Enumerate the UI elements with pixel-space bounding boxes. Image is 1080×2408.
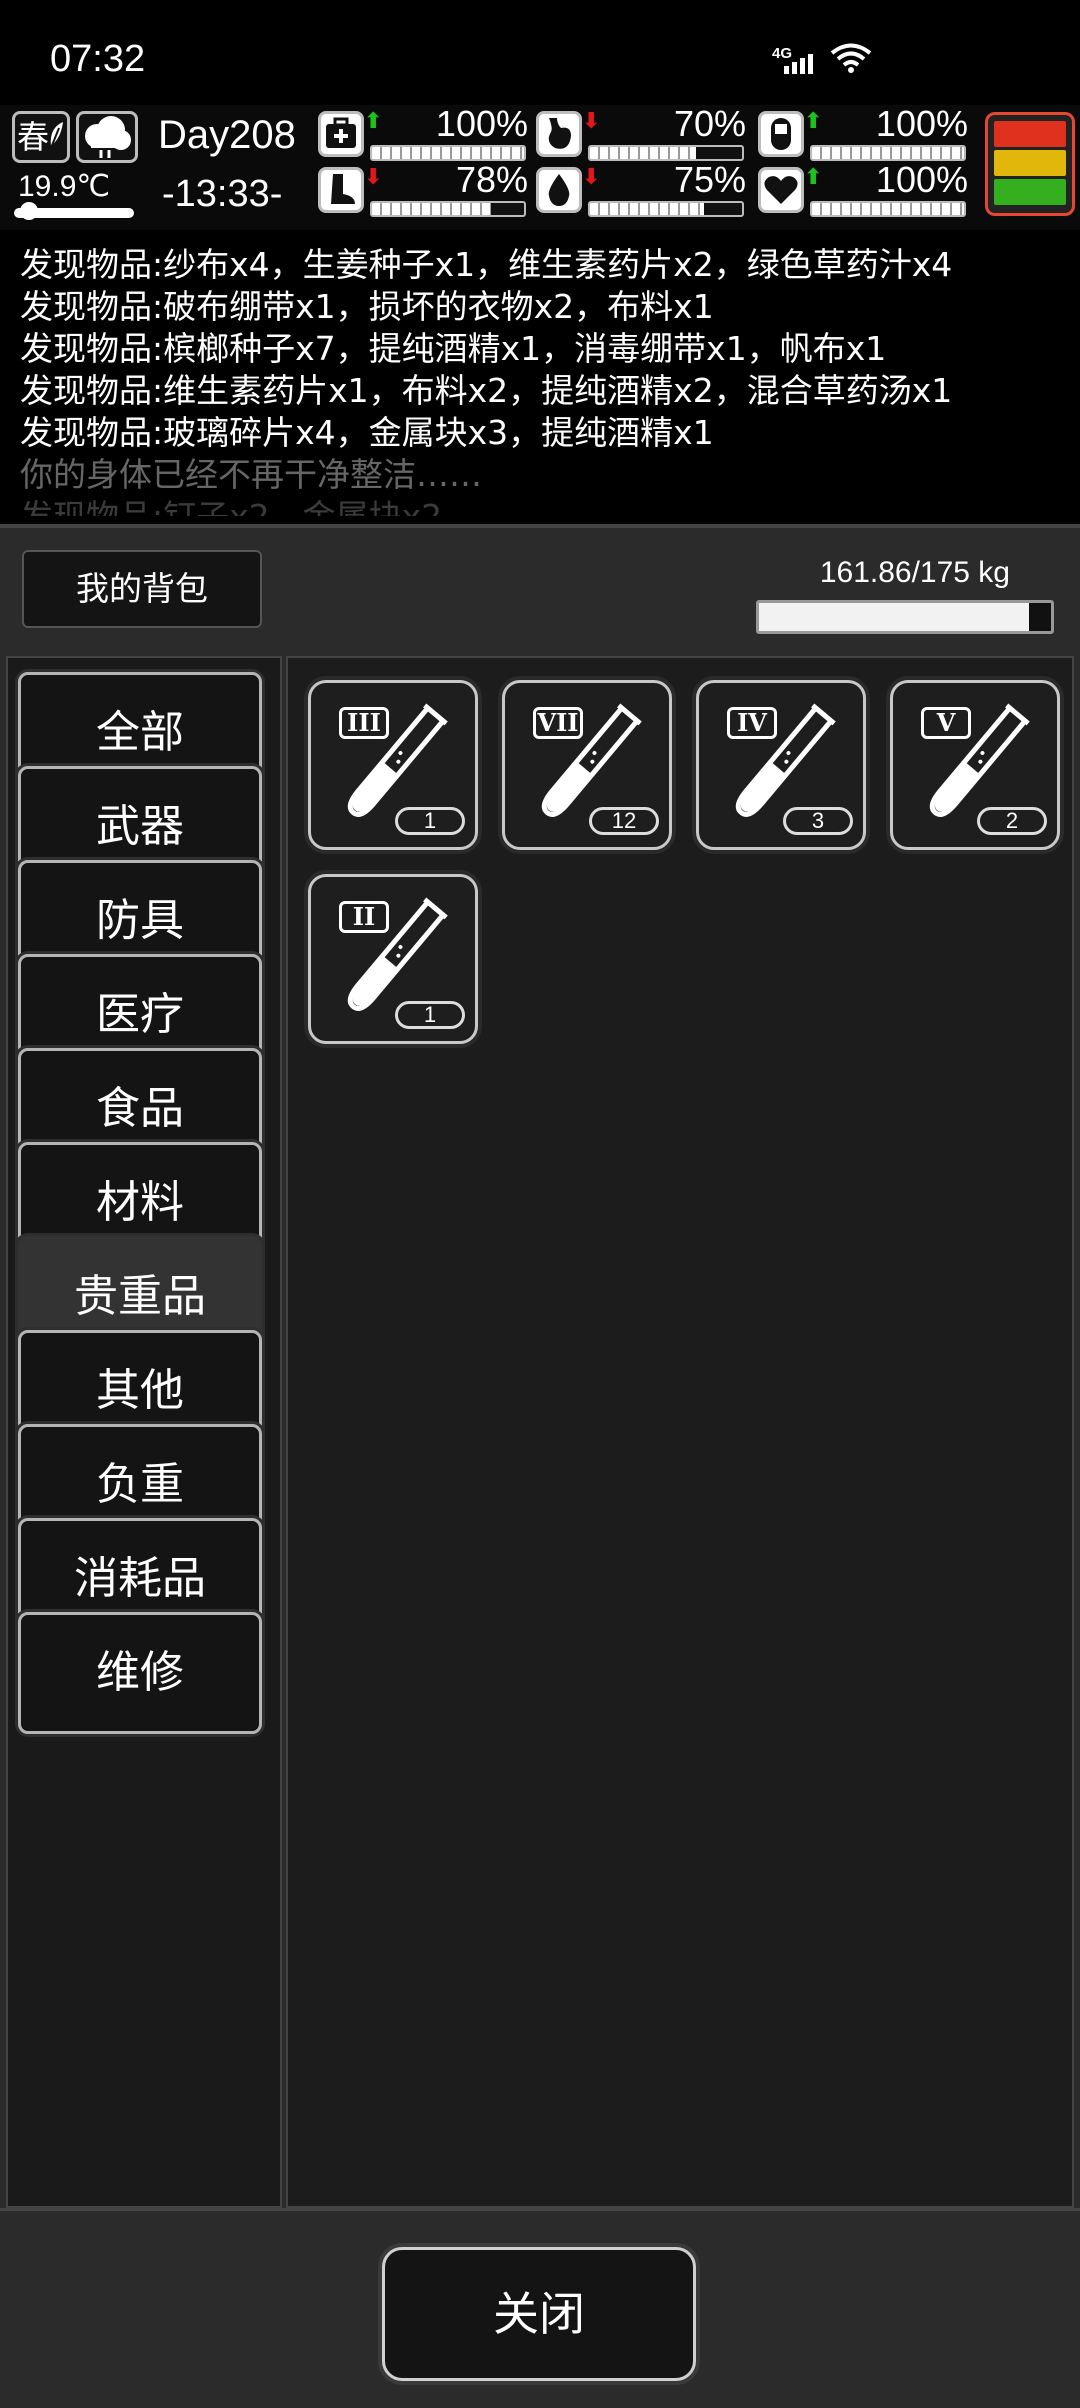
stat-percent: 100% <box>875 159 968 200</box>
stat-percent: 75% <box>673 159 746 200</box>
survival-hud: 春 19.9℃ Day208 -13:33- ⬆ 100% ⬇ 70% ⬆ 10… <box>0 103 1080 230</box>
item-count: 1 <box>395 807 465 835</box>
backpack-title: 我的背包 <box>22 550 262 628</box>
log-line: 发现物品:玻璃碎片x4，金属块x3，提纯酒精x1 <box>20 413 714 452</box>
stat-percent: 78% <box>455 159 528 200</box>
event-log[interactable]: 发现物品:纱布x4，生姜种子x1，维生素药片x2，绿色草药汁x4 发现物品:破布… <box>0 234 1080 516</box>
stat-mood: ⬆ 100% <box>758 159 968 219</box>
stat-percent: 100% <box>875 103 968 144</box>
status-bar: 07:32 4G <box>0 0 1080 105</box>
stat-medicine: ⬆ 100% <box>758 103 968 163</box>
weight-bar <box>756 600 1054 634</box>
stat-stamina: ⬇ 78% <box>318 159 528 219</box>
item-slot[interactable]: V 2 <box>890 680 1060 850</box>
arrow-down-icon: ⬇ <box>582 109 601 134</box>
stat-hunger: ⬇ 70% <box>536 103 746 163</box>
stomach-icon <box>536 111 582 157</box>
arrow-down-icon: ⬇ <box>582 165 601 190</box>
item-tier: III <box>339 707 389 739</box>
stat-health: ⬆ 100% <box>318 103 528 163</box>
danger-level-indicator[interactable] <box>985 112 1075 216</box>
leaf-icon <box>50 122 63 149</box>
item-grid: III 1 VII 12 IV 3 V 2 II 1 <box>286 656 1074 2208</box>
alert-yellow <box>994 150 1066 176</box>
alert-red <box>994 121 1066 147</box>
item-count: 1 <box>395 1001 465 1029</box>
weather-indicator <box>76 111 138 163</box>
log-line: 发现物品:钉子x2，金属块x2 <box>20 496 1080 516</box>
cloudy-icon <box>85 116 131 158</box>
stat-bar <box>370 201 526 217</box>
arrow-down-icon: ⬇ <box>364 165 383 190</box>
category-list[interactable]: 全部 武器 防具 医疗 食品 材料 贵重品 其他 负重 消耗品 维修 <box>6 656 282 2208</box>
log-line: 发现物品:维生素药片x1，布料x2，提纯酒精x2，混合草药汤x1 <box>20 371 953 410</box>
log-line: 发现物品:纱布x4，生姜种子x1，维生素药片x2，绿色草药汁x4 <box>20 245 953 284</box>
item-count: 3 <box>783 807 853 835</box>
stat-percent: 100% <box>435 103 528 144</box>
cellular-signal-icon: 4G <box>772 45 813 74</box>
pill-icon <box>758 111 804 157</box>
network-label: 4G <box>772 45 792 62</box>
alert-green <box>994 179 1066 205</box>
arrow-up-icon: ⬆ <box>804 165 823 190</box>
arrow-up-icon: ⬆ <box>804 109 823 134</box>
item-slot[interactable]: IV 3 <box>696 680 866 850</box>
season-label: 春 <box>17 118 50 156</box>
item-count: 2 <box>977 807 1047 835</box>
close-button[interactable]: 关闭 <box>382 2247 696 2381</box>
log-line: 发现物品:破布绷带x1，损坏的衣物x2，布料x1 <box>20 287 714 326</box>
footer-bar: 关闭 <box>0 2208 1080 2408</box>
medkit-icon <box>318 111 364 157</box>
stat-bar <box>810 201 966 217</box>
item-slot[interactable]: VII 12 <box>502 680 672 850</box>
item-tier: VII <box>533 707 583 739</box>
item-slot[interactable]: III 1 <box>308 680 478 850</box>
temperature-knob <box>20 202 38 220</box>
log-line: 你的身体已经不再干净整洁…… <box>20 455 482 494</box>
stat-bar <box>588 201 744 217</box>
arrow-up-icon: ⬆ <box>364 109 383 134</box>
stat-thirst: ⬇ 75% <box>536 159 746 219</box>
item-slot[interactable]: II 1 <box>308 874 478 1044</box>
water-drop-icon <box>536 167 582 213</box>
stat-percent: 70% <box>673 103 746 144</box>
status-time: 07:32 <box>50 38 146 80</box>
item-tier: IV <box>727 707 777 739</box>
temperature-label: 19.9℃ <box>18 170 111 203</box>
item-count: 12 <box>589 807 659 835</box>
foot-icon <box>318 167 364 213</box>
weight-label: 161.86/175 kg <box>819 556 1010 589</box>
heart-icon <box>758 167 804 213</box>
day-counter: Day208 <box>158 113 296 157</box>
category-repair[interactable]: 维修 <box>18 1612 262 1734</box>
backpack-panel: 我的背包 161.86/175 kg 全部 武器 防具 医疗 食品 材料 贵重品… <box>0 524 1080 2408</box>
item-tier: II <box>339 901 389 933</box>
season-indicator: 春 <box>12 111 70 163</box>
item-tier: V <box>921 707 971 739</box>
temperature-bar <box>14 202 134 220</box>
log-line: 发现物品:槟榔种子x7，提纯酒精x1，消毒绷带x1，帆布x1 <box>20 329 887 368</box>
wifi-icon <box>830 43 872 73</box>
game-clock: -13:33- <box>162 173 283 215</box>
